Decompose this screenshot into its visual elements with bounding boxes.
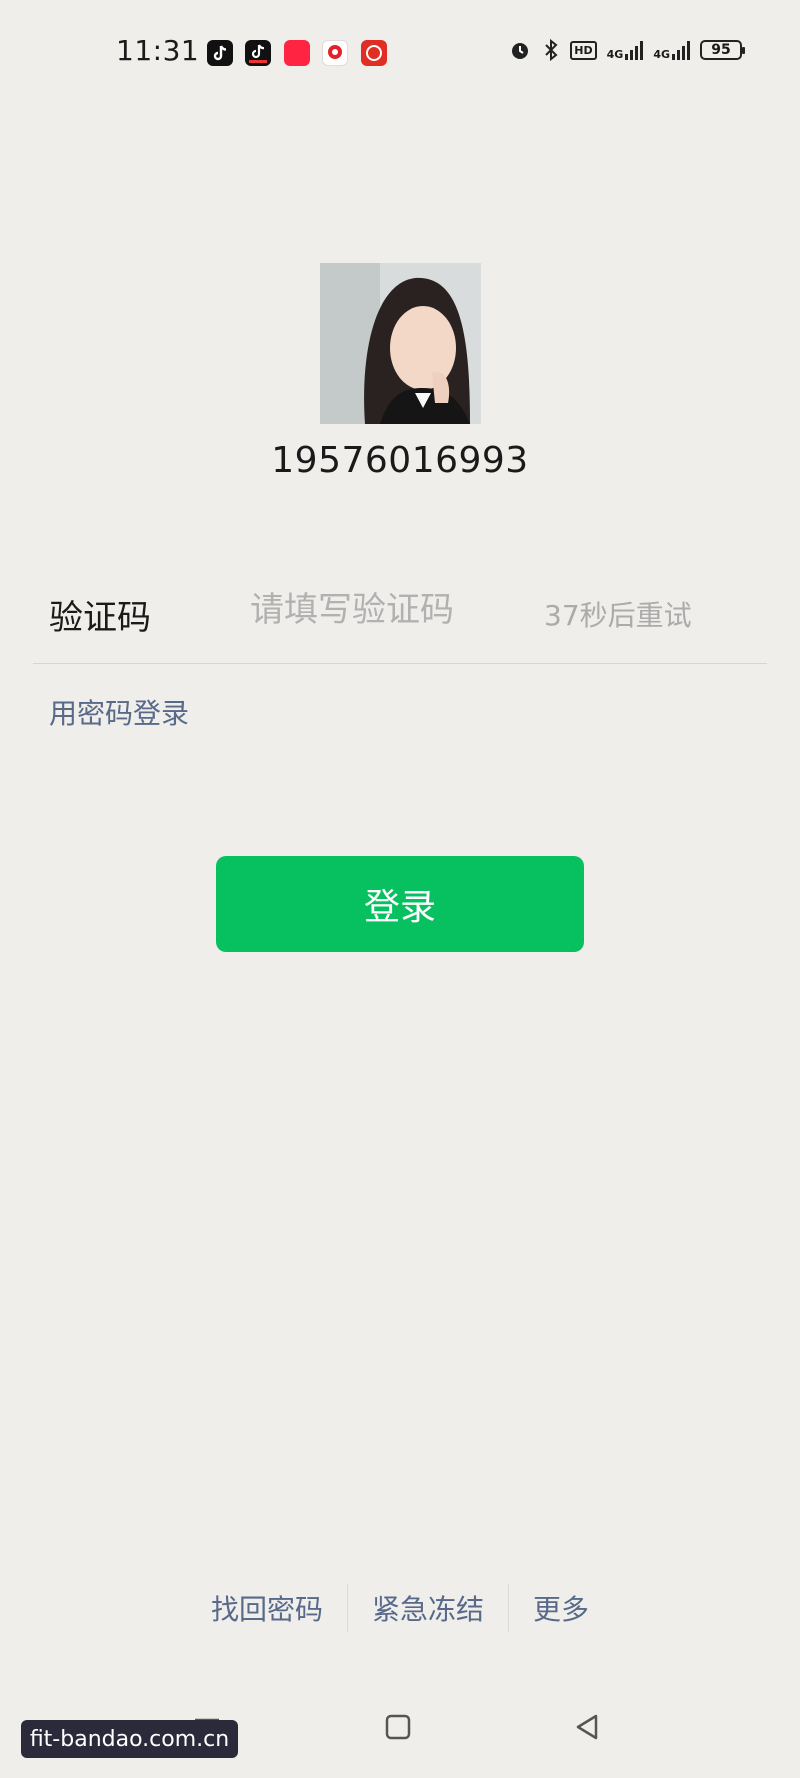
signal-1-icon: 4G [607, 40, 644, 60]
status-time: 11:31 [116, 34, 200, 67]
login-button[interactable]: 登录 [216, 856, 584, 952]
status-icons: HD 4G 4G 95 [508, 38, 745, 62]
tiktok-icon [207, 40, 233, 66]
watermark: fit-bandao.com.cn [21, 1720, 238, 1758]
password-login-link[interactable]: 用密码登录 [49, 692, 189, 732]
account-phone-number: 19576016993 [271, 440, 529, 481]
recover-password-link[interactable]: 找回密码 [187, 1588, 347, 1628]
verification-code-input[interactable] [250, 588, 480, 632]
back-nav-icon[interactable] [572, 1712, 602, 1746]
hd-icon: HD [570, 40, 597, 60]
input-divider [33, 663, 767, 664]
home-nav-icon[interactable] [383, 1712, 413, 1746]
resend-countdown: 37秒后重试 [544, 599, 692, 632]
more-link[interactable]: 更多 [509, 1588, 613, 1628]
footer-links: 找回密码 紧急冻结 更多 [0, 1584, 800, 1632]
emergency-freeze-link[interactable]: 紧急冻结 [348, 1588, 508, 1628]
avatar [320, 263, 481, 424]
tiktok-lite-icon [245, 40, 271, 66]
xiaohongshu-icon [284, 40, 310, 66]
verification-code-label: 验证码 [49, 598, 151, 638]
signal-2-icon: 4G [653, 40, 690, 60]
pinduoduo-icon [361, 40, 387, 66]
app-icon [322, 40, 348, 66]
bluetooth-icon [545, 38, 558, 62]
alarm-icon [512, 43, 529, 59]
battery-icon: 95 [700, 40, 745, 60]
